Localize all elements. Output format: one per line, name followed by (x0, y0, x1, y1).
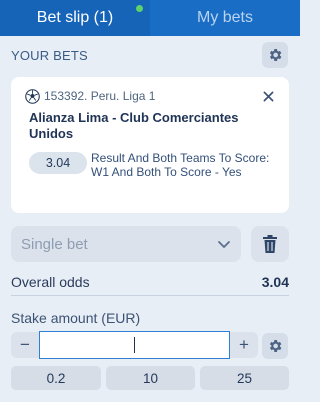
gear-icon (269, 49, 282, 61)
bet-card: 153392. Peru. Liga 1 Alianza Lima - Club… (11, 77, 289, 213)
your-bets-header: YOUR BETS (0, 36, 300, 74)
tab-bet-slip[interactable]: Bet slip (1) (0, 0, 150, 36)
bet-settings-button[interactable] (262, 42, 288, 68)
quick-stake-button[interactable]: 25 (200, 366, 289, 390)
text-caret (134, 337, 135, 353)
soccer-ball-icon (25, 88, 40, 104)
chevron-down-icon (218, 241, 230, 248)
stake-stepper: − + (11, 331, 258, 359)
match-name: Alianza Lima - Club Comerciantes Unidos (29, 110, 239, 141)
notification-dot (136, 5, 143, 12)
remove-bet-button[interactable] (261, 89, 275, 103)
bet-slip-tabs: Bet slip (1) My bets (0, 0, 300, 36)
overall-odds-value: 3.04 (261, 273, 289, 290)
delete-all-button[interactable] (251, 226, 289, 262)
bet-type-select[interactable]: Single bet (11, 226, 241, 262)
quick-stake-button[interactable]: 10 (106, 366, 195, 390)
gear-icon (269, 340, 282, 352)
pick-description: Result And Both Teams To Score: W1 And B… (91, 151, 270, 179)
overall-odds-row: Overall odds 3.04 (11, 268, 289, 296)
overall-odds-label: Overall odds (11, 273, 90, 290)
quick-stake-button[interactable]: 0.2 (11, 366, 101, 390)
stake-decrease-button[interactable]: − (11, 332, 39, 358)
stake-input[interactable] (39, 331, 230, 359)
bet-odds-badge: 3.04 (29, 152, 87, 174)
stake-settings-button[interactable] (262, 333, 288, 359)
tab-bet-slip-label: Bet slip (1) (36, 9, 114, 26)
stake-increase-button[interactable]: + (230, 332, 258, 358)
stake-amount-label: Stake amount (EUR) (11, 310, 141, 326)
pick-row: 3.04 Result And Both Teams To Score: W1 … (29, 151, 279, 179)
league-name: 153392. Peru. Liga 1 (44, 89, 156, 103)
close-icon (263, 91, 273, 101)
trash-icon (263, 235, 277, 253)
bet-meta: 153392. Peru. Liga 1 (25, 88, 279, 104)
tab-my-bets[interactable]: My bets (150, 0, 300, 36)
bet-type-value: Single bet (21, 235, 88, 253)
your-bets-title: YOUR BETS (11, 47, 88, 63)
tab-my-bets-label: My bets (196, 9, 253, 26)
